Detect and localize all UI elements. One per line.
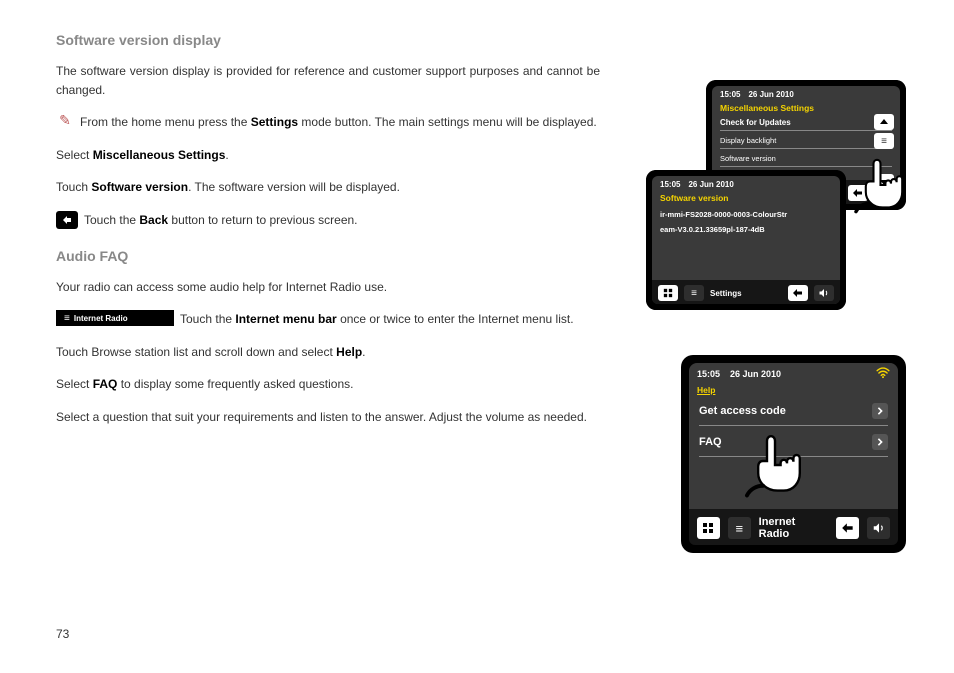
scroll-down-button[interactable] [874,174,894,190]
screen-header: Software version [652,191,840,205]
scroll-up-button[interactable] [874,114,894,130]
device-stack-1: 15:05 26 Jun 2010 Miscellaneous Settings… [646,80,906,320]
para-faq-intro: Your radio can access some audio help fo… [56,278,600,297]
text: mode button. The main settings menu will… [298,115,597,129]
list-item[interactable]: Software version [720,151,892,167]
volume-button[interactable] [814,285,834,301]
row-get-access-code[interactable]: Get access code [699,397,888,426]
status-time: 15:05 [697,369,720,379]
menu-button[interactable]: ≡ [728,517,751,539]
home-button[interactable] [658,285,678,301]
list-item[interactable]: Check for Updates [720,115,892,131]
status-date: 26 Jun 2010 [688,180,733,189]
back-button[interactable] [788,285,808,301]
para-select-faq: Select FAQ to display some frequently as… [56,375,600,394]
step-press-settings: ✎ From the home menu press the Settings … [56,113,600,132]
para-select-misc: Select Miscellaneous Settings. [56,146,600,165]
back-button[interactable] [836,517,859,539]
device-stack-2: 15:05 26 Jun 2010 Help Get access code F… [681,355,906,553]
internet-radio-chip: Internet Radio [56,310,174,326]
section-title-software-version: Software version display [56,32,600,48]
para-touch-swv: Touch Software version. The software ver… [56,178,600,197]
menu-button[interactable]: ≡ [684,285,704,301]
status-time: 15:05 [660,180,680,189]
text: From the home menu press the [80,115,251,129]
step-internet-menu: Internet Radio Touch the Internet menu b… [56,310,600,329]
home-button[interactable] [697,517,720,539]
page-number: 73 [56,627,69,641]
bold-settings: Settings [251,115,298,129]
back-button[interactable] [848,185,868,201]
chevron-right-icon [872,403,888,419]
footer-label: Settings [710,289,742,298]
chevron-right-icon [872,434,888,450]
status-time: 15:05 [720,90,740,99]
status-date: 26 Jun 2010 [748,90,793,99]
mouse-icon: ✎ [56,113,74,127]
para-sv-intro: The software version display is provided… [56,62,600,99]
screen-header: Help [689,383,898,397]
wifi-icon [876,367,890,381]
step-touch-back: Touch the Back button to return to previ… [56,211,600,230]
device-software-version: 15:05 26 Jun 2010 Software version ir-mm… [646,170,846,310]
volume-button[interactable] [867,517,890,539]
back-icon [56,211,78,229]
scroll-thumb[interactable]: ≡ [874,133,894,149]
list-item[interactable]: Display backlight [720,133,892,149]
version-text: ir-mmi-FS2028-0000-0003-ColourStr [660,207,832,222]
status-date: 26 Jun 2010 [730,369,781,379]
section-title-audio-faq: Audio FAQ [56,248,600,264]
footer-label: Inernet Radio [759,516,821,540]
para-select-help: Touch Browse station list and scroll dow… [56,343,600,362]
version-text: eam-V3.0.21.33659pl-187-4dB [660,222,832,237]
para-adjust-volume: Select a question that suit your require… [56,408,600,427]
screen-header: Miscellaneous Settings [712,101,900,115]
device-help: 15:05 26 Jun 2010 Help Get access code F… [681,355,906,553]
row-faq[interactable]: FAQ [699,428,888,457]
